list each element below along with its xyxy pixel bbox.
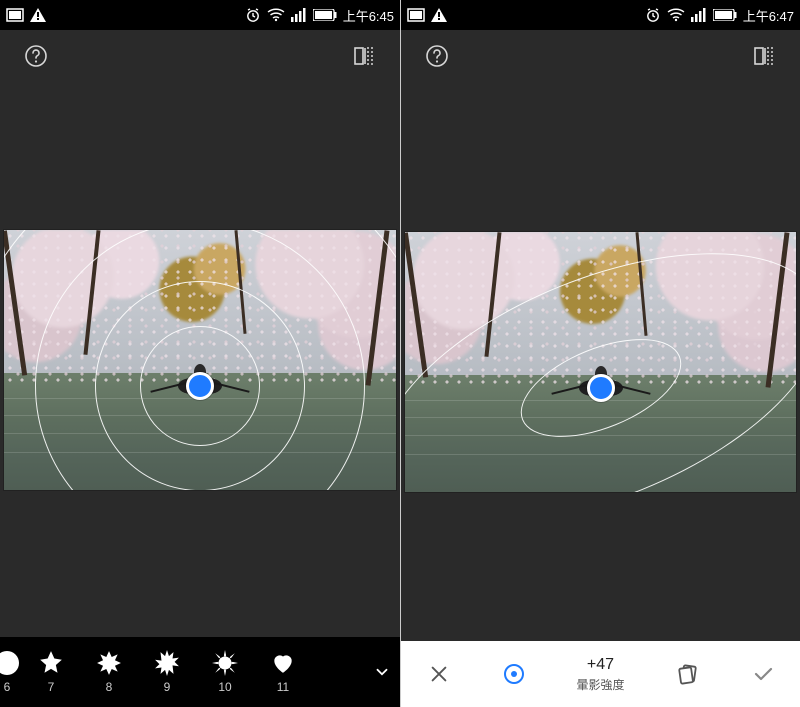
photo	[4, 230, 396, 490]
star6-icon	[96, 650, 122, 676]
shape-label: 10	[218, 680, 231, 694]
action-bar: +47 暈影強度	[401, 641, 800, 707]
blur-shape-button[interactable]	[486, 646, 542, 702]
screen-right: 上午6:47	[400, 0, 800, 707]
wifi-icon	[267, 8, 285, 22]
strength-label: 暈影強度	[576, 676, 624, 693]
screen-left: 上午6:45	[0, 0, 400, 707]
burst12-icon	[212, 650, 238, 676]
alarm-icon	[645, 7, 661, 23]
shape-bar: 6 7 8 9 10	[0, 637, 400, 707]
target-icon	[502, 662, 526, 686]
cancel-button[interactable]	[411, 646, 467, 702]
styles-button[interactable]	[660, 646, 716, 702]
strength-value: +47	[587, 656, 614, 674]
shape-10[interactable]: 10	[196, 650, 254, 694]
shape-6[interactable]: 6	[0, 650, 22, 694]
photo	[405, 232, 796, 492]
clock-label: 上午6:45	[343, 6, 394, 25]
shape-8[interactable]: 8	[80, 650, 138, 694]
cellular-icon	[691, 8, 707, 22]
status-bar: 上午6:47	[401, 0, 800, 30]
help-button[interactable]	[417, 36, 457, 76]
shape-label: 7	[48, 680, 55, 694]
app-bar	[401, 30, 800, 82]
star5-icon	[38, 650, 64, 676]
heart-icon	[270, 650, 296, 676]
clock-label: 上午6:47	[743, 6, 794, 25]
shape-label: 11	[277, 680, 289, 694]
canvas[interactable]	[401, 82, 800, 641]
help-button[interactable]	[16, 36, 56, 76]
warning-icon	[30, 8, 46, 22]
battery-icon	[713, 9, 737, 21]
canvas[interactable]	[0, 82, 400, 637]
compare-button[interactable]	[744, 36, 784, 76]
collapse-button[interactable]	[364, 663, 400, 681]
warning-icon	[431, 8, 447, 22]
status-bar: 上午6:45	[0, 0, 400, 30]
chevron-down-icon	[373, 663, 391, 681]
shape-label: 9	[164, 680, 171, 694]
circle-icon	[0, 650, 20, 676]
shape-label: 6	[4, 680, 11, 694]
close-icon	[428, 663, 450, 685]
cards-icon	[676, 662, 700, 686]
screenshot-indicator-icon	[407, 8, 425, 22]
app-bar	[0, 30, 400, 82]
strength-readout[interactable]: +47 暈影強度	[561, 656, 641, 693]
compare-button[interactable]	[344, 36, 384, 76]
burst8-icon	[154, 650, 180, 676]
screenshot-indicator-icon	[6, 8, 24, 22]
wifi-icon	[667, 8, 685, 22]
cellular-icon	[291, 8, 307, 22]
shape-9[interactable]: 9	[138, 650, 196, 694]
check-icon	[751, 662, 775, 686]
alarm-icon	[245, 7, 261, 23]
shape-label: 8	[106, 680, 113, 694]
battery-icon	[313, 9, 337, 21]
shape-7[interactable]: 7	[22, 650, 80, 694]
apply-button[interactable]	[735, 646, 791, 702]
shape-11[interactable]: 11	[254, 650, 312, 694]
